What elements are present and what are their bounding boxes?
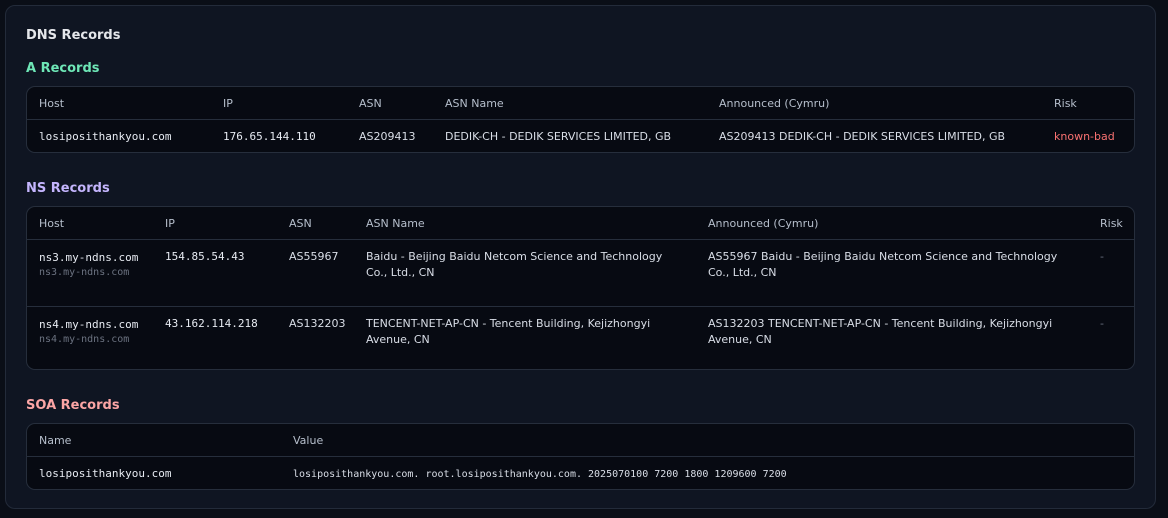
col-name: Name — [27, 424, 281, 457]
asn-cell: AS132203 — [289, 317, 346, 330]
host-cell: ns3.my-ndns.com — [39, 251, 139, 264]
col-ip: IP — [211, 87, 347, 120]
announced-cell: AS209413 DEDIK-CH - DEDIK SERVICES LIMIT… — [719, 130, 1006, 143]
a-records-title: A Records — [26, 61, 100, 76]
asn-cell: AS55967 — [277, 239, 354, 307]
col-asn: ASN — [347, 87, 433, 120]
asn-cell: AS209413 — [359, 130, 416, 143]
soa-records-title: SOA Records — [26, 398, 120, 413]
col-asn-name: ASN Name — [354, 207, 696, 240]
soa-records-table: Name Value losiposithankyou.com losiposi… — [26, 423, 1135, 490]
dns-records-panel: DNS Records A Records Host IP ASN ASN Na… — [5, 5, 1156, 509]
host-cell: losiposithankyou.com — [39, 130, 172, 143]
table-row: losiposithankyou.com 176.65.144.110 AS20… — [27, 120, 1134, 153]
asn-name-cell: TENCENT-NET-AP-CN - Tencent Building, Ke… — [366, 317, 651, 346]
table-row: ns4.my-ndns.com ns4.my-ndns.com 43.162.1… — [27, 307, 1134, 370]
ns-records-table: Host IP ASN ASN Name Announced (Cymru) R… — [26, 206, 1135, 370]
asn-name-cell: Baidu - Beijing Baidu Netcom Science and… — [354, 239, 696, 307]
col-announced: Announced (Cymru) — [696, 207, 1088, 240]
asn-name-cell: DEDIK-CH - DEDIK SERVICES LIMITED, GB — [445, 130, 672, 143]
soa-records-header-row: Name Value — [27, 424, 1134, 457]
col-announced: Announced (Cymru) — [707, 87, 1042, 120]
ip-cell: 176.65.144.110 — [223, 130, 316, 143]
col-risk: Risk — [1042, 87, 1134, 120]
ns-records-header-row: Host IP ASN ASN Name Announced (Cymru) R… — [27, 207, 1134, 240]
col-ip: IP — [153, 207, 277, 240]
ip-cell: 43.162.114.218 — [165, 317, 258, 330]
col-value: Value — [281, 424, 1134, 457]
col-risk: Risk — [1088, 207, 1134, 240]
host-sub-cell: ns3.my-ndns.com — [39, 267, 130, 278]
a-records-table: Host IP ASN ASN Name Announced (Cymru) R… — [26, 86, 1135, 153]
col-asn: ASN — [277, 207, 354, 240]
announced-cell: AS55967 Baidu - Beijing Baidu Netcom Sci… — [696, 239, 1088, 307]
host-sub-cell: ns4.my-ndns.com — [39, 334, 130, 345]
announced-cell: AS132203 TENCENT-NET-AP-CN - Tencent Bui… — [708, 317, 1053, 346]
col-host: Host — [27, 207, 153, 240]
risk-badge: - — [1088, 239, 1134, 307]
col-host: Host — [27, 87, 211, 120]
host-cell: ns4.my-ndns.com — [39, 318, 139, 331]
ip-cell: 154.85.54.43 — [165, 250, 245, 263]
value-cell: losiposithankyou.com. root.losiposithank… — [293, 469, 787, 480]
ns-records-title: NS Records — [26, 181, 110, 196]
col-asn-name: ASN Name — [433, 87, 707, 120]
risk-badge: known-bad — [1054, 130, 1115, 143]
a-records-header-row: Host IP ASN ASN Name Announced (Cymru) R… — [27, 87, 1134, 120]
panel-title: DNS Records — [26, 28, 121, 43]
risk-badge: - — [1100, 317, 1104, 330]
table-row: ns3.my-ndns.com ns3.my-ndns.com 154.85.5… — [27, 239, 1134, 307]
table-row: losiposithankyou.com losiposithankyou.co… — [27, 457, 1134, 490]
name-cell: losiposithankyou.com — [39, 467, 172, 480]
